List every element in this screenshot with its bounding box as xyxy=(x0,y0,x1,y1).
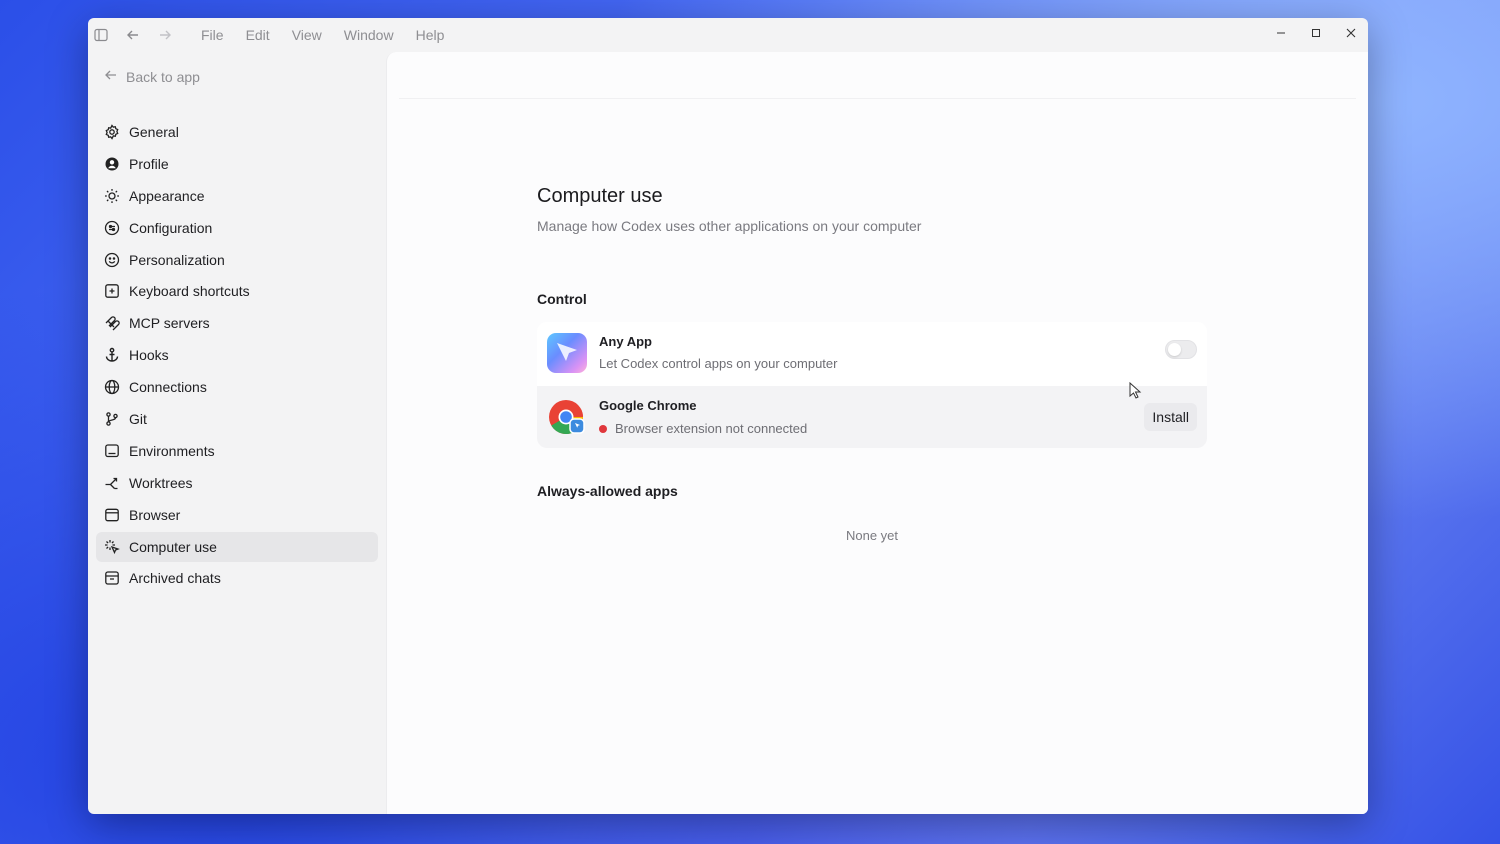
back-to-app-label: Back to app xyxy=(126,68,200,85)
header-divider xyxy=(399,98,1356,99)
sidebar-item-general[interactable]: General xyxy=(96,117,378,147)
back-to-app-link[interactable]: Back to app xyxy=(104,68,200,85)
menu-view[interactable]: View xyxy=(281,27,333,43)
sidebar-item-label: Git xyxy=(129,411,147,428)
sidebar-toggle-icon[interactable] xyxy=(92,26,110,44)
sidebar-item-label: Configuration xyxy=(129,219,213,236)
sidebar-item-label: Computer use xyxy=(129,538,217,555)
sidebar-item-label: MCP servers xyxy=(129,315,210,332)
worktree-icon xyxy=(104,475,120,491)
install-button[interactable]: Install xyxy=(1144,403,1197,431)
google-chrome-row: Google Chrome Browser extension not conn… xyxy=(537,386,1207,448)
sidebar-item-label: Appearance xyxy=(129,187,205,204)
sidebar-item-label: Keyboard shortcuts xyxy=(129,283,250,300)
page-subtitle: Manage how Codex uses other applications… xyxy=(537,218,922,234)
menu-bar: File Edit View Window Help xyxy=(190,27,455,43)
minimize-icon[interactable] xyxy=(1263,18,1298,48)
control-card: Any App Let Codex control apps on your c… xyxy=(537,322,1207,448)
chrome-status: Browser extension not connected xyxy=(599,421,807,436)
sidebar-item-computer-use[interactable]: Computer use xyxy=(96,531,378,562)
sidebar-item-profile[interactable]: Profile xyxy=(96,149,378,179)
sidebar-item-appearance[interactable]: Appearance xyxy=(96,181,378,211)
menu-help[interactable]: Help xyxy=(405,27,456,43)
always-allowed-section-label: Always-allowed apps xyxy=(537,483,678,499)
sidebar-item-environments[interactable]: Environments xyxy=(96,436,378,466)
sidebar-item-label: Profile xyxy=(129,155,169,172)
mouse-pointer-icon xyxy=(1129,381,1143,405)
sidebar-item-label: Hooks xyxy=(129,347,169,364)
chrome-title: Google Chrome xyxy=(599,398,697,413)
anchor-icon xyxy=(104,347,120,363)
sidebar-item-label: Connections xyxy=(129,379,207,396)
sidebar-item-configuration[interactable]: Configuration xyxy=(96,213,378,243)
branch-icon xyxy=(104,411,120,427)
app-window: File Edit View Window Help Back to app G… xyxy=(88,18,1368,814)
sidebar-item-git[interactable]: Git xyxy=(96,404,378,434)
sidebar-item-label: Personalization xyxy=(129,251,225,268)
chrome-icon xyxy=(547,397,587,437)
status-dot-icon xyxy=(599,424,607,433)
chrome-status-text: Browser extension not connected xyxy=(615,421,808,436)
sidebar-item-personalization[interactable]: Personalization xyxy=(96,245,378,275)
close-icon[interactable] xyxy=(1333,18,1368,48)
gear-icon xyxy=(104,124,120,140)
window-controls xyxy=(1263,18,1368,48)
sidebar-item-label: General xyxy=(129,124,179,140)
any-app-row: Any App Let Codex control apps on your c… xyxy=(537,322,1207,384)
any-app-toggle[interactable] xyxy=(1165,340,1197,359)
maximize-icon[interactable] xyxy=(1298,18,1333,48)
config-icon xyxy=(104,220,120,236)
back-arrow-icon xyxy=(104,68,118,85)
user-icon xyxy=(104,156,120,172)
settings-content: Computer use Manage how Codex uses other… xyxy=(386,52,1368,814)
settings-sidebar: Back to app General Profile Appearance C… xyxy=(88,52,386,814)
monitor-icon xyxy=(104,443,120,459)
settings-nav: General Profile Appearance Configuration… xyxy=(96,117,378,595)
menu-edit[interactable]: Edit xyxy=(235,27,281,43)
sidebar-item-label: Worktrees xyxy=(129,474,193,491)
sidebar-item-hooks[interactable]: Hooks xyxy=(96,340,378,370)
always-allowed-empty: None yet xyxy=(845,528,899,543)
sidebar-item-connections[interactable]: Connections xyxy=(96,372,378,402)
back-arrow-icon[interactable] xyxy=(124,26,142,44)
sun-icon xyxy=(104,188,120,204)
archive-icon xyxy=(104,570,120,586)
sidebar-item-mcp-servers[interactable]: MCP servers xyxy=(96,308,378,338)
sidebar-item-label: Environments xyxy=(129,442,215,459)
sidebar-item-keyboard-shortcuts[interactable]: Keyboard shortcuts xyxy=(96,276,378,306)
sparkle-cursor-icon xyxy=(104,539,120,555)
sidebar-item-label: Browser xyxy=(129,506,181,523)
any-app-icon xyxy=(547,333,587,373)
control-section-label: Control xyxy=(537,291,587,307)
page-title: Computer use xyxy=(537,185,663,207)
sidebar-item-browser[interactable]: Browser xyxy=(96,500,378,530)
mcp-icon xyxy=(104,315,120,331)
titlebar-nav xyxy=(88,26,174,44)
forward-arrow-icon[interactable] xyxy=(156,26,174,44)
any-app-desc: Let Codex control apps on your computer xyxy=(599,356,837,371)
menu-window[interactable]: Window xyxy=(333,27,405,43)
title-bar: File Edit View Window Help xyxy=(88,18,1368,52)
sidebar-item-archived-chats[interactable]: Archived chats xyxy=(96,563,378,593)
sidebar-item-worktrees[interactable]: Worktrees xyxy=(96,468,378,498)
browser-icon xyxy=(104,507,120,523)
keyboard-icon xyxy=(104,283,120,299)
globe-icon xyxy=(104,379,120,395)
any-app-desc-text: Let Codex control apps on your computer xyxy=(599,356,838,371)
smile-icon xyxy=(104,252,120,268)
any-app-title: Any App xyxy=(599,334,652,349)
menu-file[interactable]: File xyxy=(190,27,235,43)
sidebar-item-label: Archived chats xyxy=(129,570,221,587)
